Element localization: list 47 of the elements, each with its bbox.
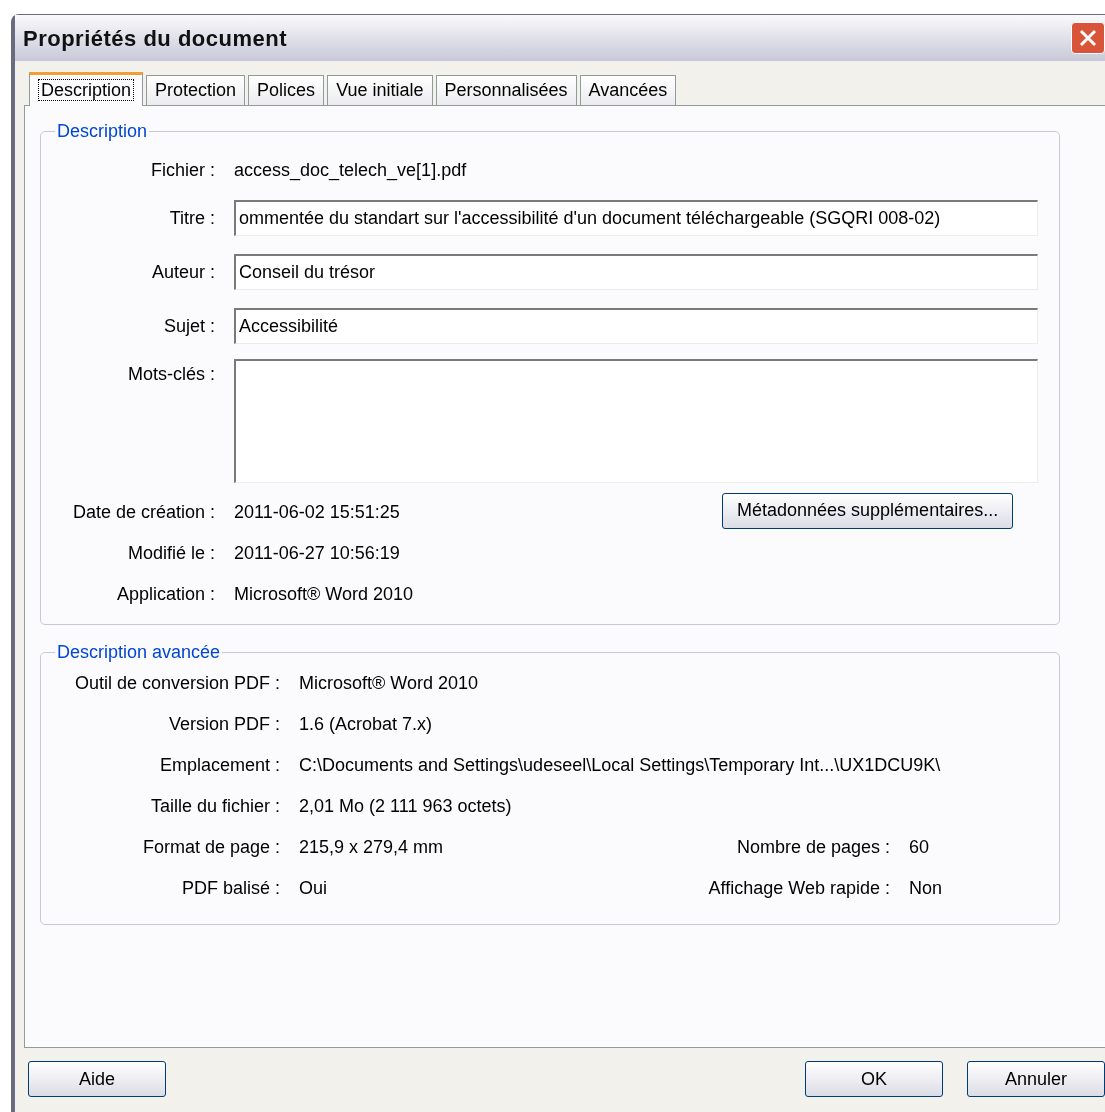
tab[interactable]: Polices [248,75,325,105]
field-label: Titre : [168,206,216,230]
metadata-button[interactable]: Métadonnées supplémentaires... [722,492,1014,529]
field-label: Emplacement : [158,754,281,777]
tab[interactable]: Personnalisées [435,75,577,105]
group-title: Description avancée [56,641,222,664]
tab[interactable]: Avancées [579,75,677,105]
tab[interactable]: Protection [146,75,246,105]
field-value: Oui [299,877,328,900]
field-label: Modifié le : [126,542,216,565]
field-label: Format de page : [141,836,281,859]
field-value: 60 [909,836,930,859]
field-value: Microsoft® Word 2010 [234,583,413,606]
field-value: 2011-06-27 10:56:19 [234,542,400,565]
field-label: Outil de conversion PDF : [73,672,281,695]
field-label: Date de création : [71,501,216,524]
field-value: 1.6 (Acrobat 7.x) [299,713,433,736]
field-label: Affichage Web rapide : [707,877,891,900]
tab[interactable]: Description [29,72,144,106]
help-button[interactable]: Aide [28,1061,166,1097]
group-title: Description [56,120,149,143]
text-field[interactable]: ommentée du standart sur l'accessibilité d'un document téléchargeable (SGQRI 008-02) [234,200,1038,236]
field-value: Non [909,877,943,900]
field-label: Nombre de pages : [735,836,891,859]
field-label: Application : [115,583,216,606]
field-value: Microsoft® Word 2010 [299,672,478,695]
close-button[interactable] [1071,22,1105,54]
field-label: Auteur : [150,260,216,284]
field-label: Fichier : [150,159,216,182]
field-value: 2011-06-02 15:51:25 [234,501,400,524]
field-label: Sujet : [162,314,216,338]
ok-button[interactable]: OK [805,1061,943,1097]
tab[interactable]: Vue initiale [327,75,433,105]
cancel-button[interactable]: Annuler [967,1061,1105,1097]
field-label: PDF balisé : [180,877,281,900]
window-title: Propriétés du document [23,24,288,53]
field-label: Version PDF : [167,713,281,736]
close-icon [1079,29,1097,47]
text-field[interactable]: Accessibilité [234,308,1038,344]
field-value: 215,9 x 279,4 mm [299,836,445,859]
field-label: Taille du fichier : [149,795,281,818]
field-label: Mots-clés : [127,363,216,386]
file-name: access_doc_telech_ve[1].pdf [234,159,467,183]
field-value: 2,01 Mo (2 111 963 octets) [299,795,512,818]
keywords-field[interactable] [234,359,1038,483]
field-value: C:\Documents and Settings\udeseel\Local Settings\Temporary Int...\UX1DCU9K\ [299,754,941,777]
text-field[interactable]: Conseil du trésor [234,254,1038,290]
